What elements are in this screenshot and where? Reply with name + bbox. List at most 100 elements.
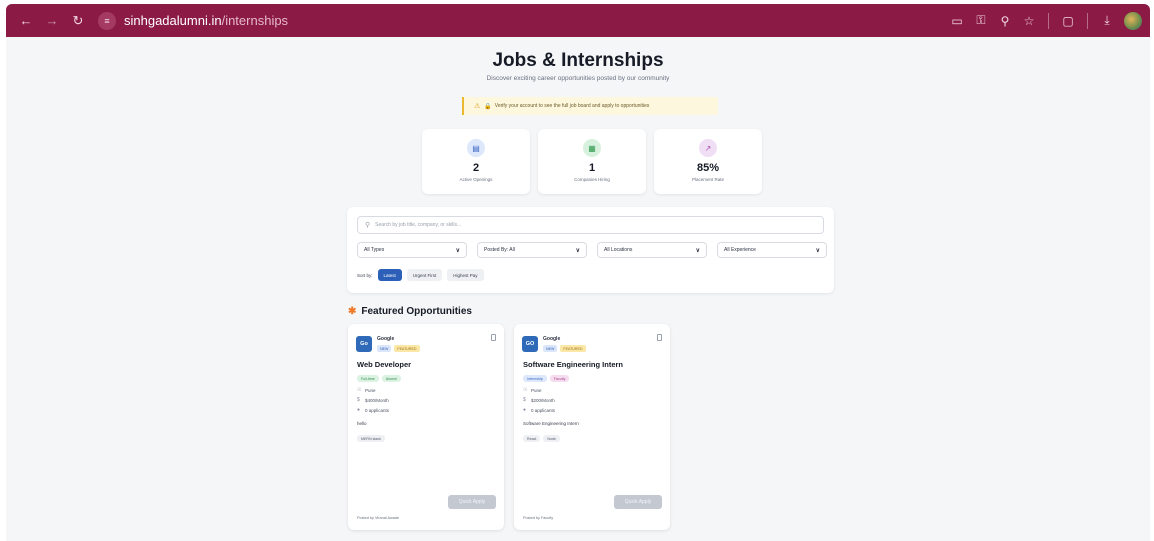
install-app-icon[interactable]: ▭	[946, 10, 968, 32]
sort-label: Sort by:	[357, 272, 373, 278]
location-select[interactable]: All Locations ∨	[597, 242, 707, 258]
url-path: /internships	[221, 13, 289, 28]
featured-badge: FEATURED	[394, 345, 420, 352]
company-logo: Go	[356, 336, 372, 352]
verify-notice: ⚠ 🔒 Verify your account to see the full …	[462, 97, 718, 115]
briefcase-icon: ▤	[467, 139, 485, 157]
stat-card-companies-hiring: ▦ 1 Companies Hiring	[538, 129, 646, 194]
browser-toolbar: ← → ↻ ≡ sinhgadalumni.in/internships ▭ ⚿…	[6, 4, 1150, 37]
stat-value: 1	[588, 162, 596, 174]
reload-icon[interactable]: ↻	[68, 11, 88, 31]
job-title: Software Engineering Intern	[523, 360, 624, 369]
address-bar[interactable]: ≡ sinhgadalumni.in/internships	[98, 10, 288, 32]
skill-tag: React	[523, 435, 541, 442]
sort-urgent-button[interactable]: Urgent First	[406, 269, 443, 281]
location-select-value: All Locations	[604, 247, 633, 253]
verify-notice-text: Verify your account to see the full job …	[494, 103, 650, 109]
quick-apply-button[interactable]: Quick Apply	[614, 495, 662, 509]
job-location-text: Pune	[531, 387, 542, 393]
type-select-value: All Types	[364, 247, 385, 253]
posted-by: Posted by Faculty	[523, 516, 554, 520]
job-salary: $ $200/Month	[523, 397, 555, 403]
featured-heading: ✱ Featured Opportunities	[348, 306, 472, 317]
type-select[interactable]: All Types ∨	[357, 242, 467, 258]
sort-highest-pay-button[interactable]: Highest Pay	[447, 269, 484, 281]
page-content: Jobs & Internships Discover exciting car…	[6, 37, 1150, 541]
search-tab-icon[interactable]: ▢	[1057, 10, 1079, 32]
users-icon: ●	[523, 407, 527, 413]
toolbar-divider	[1048, 12, 1049, 29]
zoom-icon[interactable]: ⚲	[994, 10, 1016, 32]
dollar-icon: $	[357, 397, 360, 403]
job-location: ☉ Pune	[357, 387, 376, 393]
sort-latest-button[interactable]: Latest	[377, 269, 402, 281]
chevron-down-icon: ∨	[815, 247, 820, 254]
job-description: Software Engineering Intern	[523, 421, 579, 426]
star-icon[interactable]: ☆	[1018, 10, 1040, 32]
job-card[interactable]: Go Google NEW FEATURED Web Developer Ful…	[348, 324, 504, 530]
warning-icon: ⚠	[474, 103, 481, 110]
page-title: Jobs & Internships	[492, 50, 664, 71]
chevron-down-icon: ∨	[695, 247, 700, 254]
posted-by: Posted by Viranal Awade	[357, 516, 400, 520]
job-applicants: ● 0 applicants	[357, 407, 389, 413]
posted-by-select[interactable]: Posted By: All ∨	[477, 242, 587, 258]
site-settings-icon[interactable]: ≡	[98, 11, 116, 30]
forward-arrow-icon[interactable]: →	[42, 11, 62, 31]
bookmark-icon[interactable]	[657, 334, 662, 341]
experience-select-value: All Experience	[724, 247, 756, 253]
url-host: sinhgadalumni.in	[124, 13, 222, 28]
experience-select[interactable]: All Experience ∨	[717, 242, 827, 258]
job-salary-text: $200/Month	[531, 397, 555, 403]
dollar-icon: $	[523, 397, 526, 403]
page-subtitle: Discover exciting career opportunities p…	[486, 75, 670, 82]
chevron-down-icon: ∨	[575, 247, 580, 254]
new-badge: NEW	[543, 345, 558, 352]
quick-apply-button[interactable]: Quick Apply	[448, 495, 496, 509]
job-applicants-text: 0 applicants	[365, 407, 390, 413]
building-icon: ▦	[583, 139, 601, 157]
job-location: ☉ Pune	[523, 387, 542, 393]
poster-role-tag: Faculty	[549, 375, 570, 382]
job-applicants: ● 0 applicants	[523, 407, 555, 413]
download-icon[interactable]: ⤓	[1096, 10, 1118, 32]
posted-by-select-value: Posted By: All	[484, 247, 515, 253]
skill-tag: Node	[543, 435, 560, 442]
profile-avatar[interactable]	[1124, 11, 1142, 30]
sort-bar: Sort by: Latest Urgent First Highest Pay	[357, 269, 484, 281]
location-pin-icon: ☉	[523, 387, 528, 393]
job-applicants-text: 0 applicants	[531, 407, 556, 413]
stat-label: Placement Rate	[691, 177, 725, 182]
search-placeholder: Search by job title, company, or skills.…	[375, 222, 462, 228]
company-name: Google	[377, 336, 395, 342]
new-badge: NEW	[377, 345, 392, 352]
back-arrow-icon[interactable]: ←	[16, 11, 36, 31]
chevron-down-icon: ∨	[455, 247, 460, 254]
job-card[interactable]: GO Google NEW FEATURED Software Engineer…	[514, 324, 670, 530]
toolbar-divider	[1087, 12, 1088, 29]
skill-tag: MERN stack	[357, 435, 385, 442]
stats-row: ▤ 2 Active Openings ▦ 1 Companies Hiring…	[422, 129, 762, 194]
filter-panel: ⚲ Search by job title, company, or skill…	[347, 207, 834, 293]
search-input[interactable]: ⚲ Search by job title, company, or skill…	[357, 216, 824, 234]
stat-value: 85%	[696, 162, 720, 174]
stat-label: Active Openings	[459, 177, 493, 182]
location-pin-icon: ☉	[357, 387, 362, 393]
stat-card-placement-rate: ↗ 85% Placement Rate	[654, 129, 762, 194]
job-salary: $ $400/Month	[357, 397, 389, 403]
key-icon[interactable]: ⚿	[970, 10, 992, 32]
featured-badge: FEATURED	[560, 345, 586, 352]
stat-label: Companies Hiring	[574, 177, 610, 182]
job-type-tag: Internship	[523, 375, 547, 382]
company-name: Google	[543, 336, 561, 342]
stat-card-active-openings: ▤ 2 Active Openings	[422, 129, 530, 194]
featured-title: Featured Opportunities	[361, 306, 472, 317]
stat-value: 2	[472, 162, 480, 174]
trend-up-icon: ↗	[699, 139, 717, 157]
users-icon: ●	[357, 407, 361, 413]
bookmark-icon[interactable]	[491, 334, 496, 341]
job-location-text: Pune	[365, 387, 376, 393]
lock-icon: 🔒	[484, 103, 492, 110]
flame-icon: ✱	[348, 306, 357, 317]
job-type-tag: Full-time	[357, 375, 379, 382]
